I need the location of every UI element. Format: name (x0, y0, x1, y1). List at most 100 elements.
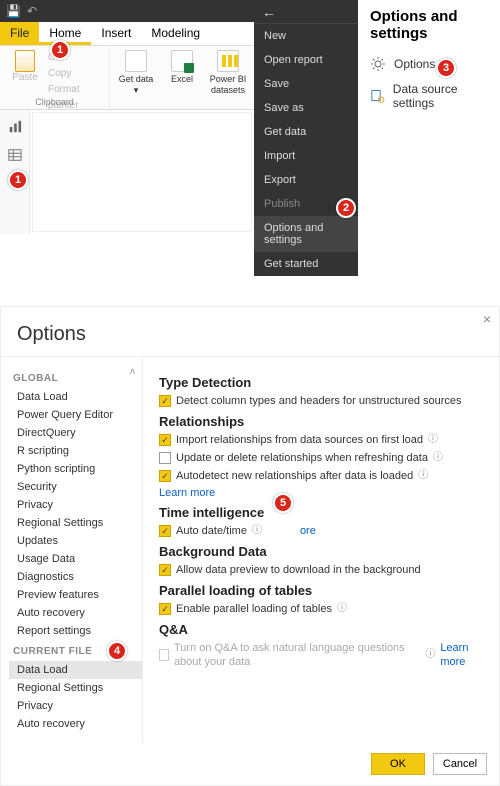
file-menu: ← New Open report Save Save as Get data … (254, 0, 358, 276)
clipboard-group-label: Clipboard (0, 97, 109, 107)
nav-global-autorecovery[interactable]: Auto recovery (13, 604, 142, 622)
file-menu-options-settings[interactable]: Options and settings (254, 216, 358, 252)
parallel-head: Parallel loading of tables (159, 583, 485, 598)
paste-label: Paste (12, 72, 38, 83)
info-icon[interactable]: ⓘ (425, 648, 435, 662)
powerbi-icon (217, 50, 239, 72)
chk-detect-types[interactable] (159, 395, 171, 407)
get-data-icon (125, 50, 147, 72)
data-view-icon[interactable] (8, 148, 22, 162)
nav-global-pqe[interactable]: Power Query Editor (13, 406, 142, 424)
chk-detect-types-label: Detect column types and headers for unst… (176, 394, 462, 408)
global-section-head: GLOBAL (13, 373, 142, 384)
chk-update-rel[interactable] (159, 452, 171, 464)
chk-bg-preview[interactable] (159, 564, 171, 576)
nav-global-python[interactable]: Python scripting (13, 460, 142, 478)
options-label: Options (394, 57, 435, 71)
data-source-settings-row[interactable]: Data source settings (370, 82, 494, 110)
time-intel-head: Time intelligence (159, 505, 485, 520)
nav-global-security[interactable]: Security (13, 478, 142, 496)
options-row[interactable]: Options (370, 56, 494, 72)
nav-global-regional[interactable]: Regional Settings (13, 514, 142, 532)
file-menu-export[interactable]: Export (254, 168, 358, 192)
nav-global-preview[interactable]: Preview features (13, 586, 142, 604)
ti-learn-more[interactable]: ore (300, 524, 316, 538)
ok-button[interactable]: OK (371, 753, 425, 775)
callout-1: 1 (8, 170, 28, 190)
info-icon[interactable]: ⓘ (252, 524, 262, 538)
data-source-icon (370, 88, 385, 104)
excel-icon (171, 50, 193, 72)
nav-global-r[interactable]: R scripting (13, 442, 142, 460)
info-icon[interactable]: ⓘ (418, 469, 428, 483)
chk-parallel[interactable] (159, 603, 171, 615)
pbi-datasets-button[interactable]: Power BI datasets (208, 50, 248, 96)
rel-learn-more[interactable]: Learn more (159, 487, 485, 499)
report-canvas[interactable] (32, 112, 252, 232)
title-bar: 💾 ↶ (0, 0, 254, 22)
relationships-head: Relationships (159, 414, 485, 429)
chk-update-rel-label: Update or delete relationships when refr… (176, 451, 428, 465)
options-settings-panel: Options and settings Options Data source… (358, 0, 500, 276)
nav-cf-data-load[interactable]: Data Load (9, 661, 142, 679)
copy-button[interactable]: Copy (48, 66, 103, 82)
nav-cf-privacy[interactable]: Privacy (13, 697, 142, 715)
cancel-button[interactable]: Cancel (433, 753, 487, 775)
undo-icon[interactable]: ↶ (27, 4, 37, 18)
info-icon[interactable]: ⓘ (337, 602, 347, 616)
nav-global-privacy[interactable]: Privacy (13, 496, 142, 514)
tab-insert[interactable]: Insert (91, 22, 141, 45)
excel-button[interactable]: Excel (162, 50, 202, 85)
file-menu-import[interactable]: Import (254, 144, 358, 168)
options-dialog: × Options ʌ GLOBAL Data Load Power Query… (0, 306, 500, 786)
chk-bg-preview-label: Allow data preview to download in the ba… (176, 563, 421, 577)
file-menu-new[interactable]: New (254, 24, 358, 48)
scroll-up-icon[interactable]: ʌ (130, 366, 135, 377)
nav-global-diagnostics[interactable]: Diagnostics (13, 568, 142, 586)
callout-5: 5 (273, 493, 293, 513)
ribbon-body: Paste Cut Copy Format painter Clipboard … (0, 46, 254, 110)
chk-import-rel[interactable] (159, 434, 171, 446)
qa-learn-more[interactable]: Learn more (440, 641, 485, 669)
close-button[interactable]: × (483, 311, 491, 327)
file-menu-save-as[interactable]: Save as (254, 96, 358, 120)
chk-parallel-label: Enable parallel loading of tables (176, 602, 332, 616)
panel-heading: Options and settings (370, 8, 494, 42)
info-icon[interactable]: ⓘ (433, 451, 443, 465)
file-menu-get-started[interactable]: Get started (254, 252, 358, 276)
chk-autodetect-rel-label: Autodetect new relationships after data … (176, 469, 413, 483)
dialog-sidebar: ʌ GLOBAL Data Load Power Query Editor Di… (1, 357, 143, 743)
file-menu-save[interactable]: Save (254, 72, 358, 96)
tab-modeling[interactable]: Modeling (141, 22, 210, 45)
background-head: Background Data (159, 544, 485, 559)
back-icon: ← (262, 4, 276, 20)
external-data-group: Get data ▾ Excel Power BI datasets (110, 46, 254, 109)
chk-auto-datetime[interactable] (159, 525, 171, 537)
tab-file[interactable]: File (0, 22, 39, 45)
nav-global-directquery[interactable]: DirectQuery (13, 424, 142, 442)
file-menu-get-data[interactable]: Get data (254, 120, 358, 144)
callout-4: 4 (107, 641, 127, 661)
qa-head: Q&A (159, 622, 485, 637)
dialog-title: Options (1, 307, 499, 356)
callout-3: 3 (436, 58, 456, 78)
nav-global-usage[interactable]: Usage Data (13, 550, 142, 568)
chk-qa[interactable] (159, 649, 169, 661)
save-icon[interactable]: 💾 (6, 4, 21, 18)
nav-global-data-load[interactable]: Data Load (13, 388, 142, 406)
callout-1b: 1 (50, 40, 70, 60)
chk-autodetect-rel[interactable] (159, 470, 171, 482)
info-icon[interactable]: ⓘ (428, 433, 438, 447)
file-menu-open[interactable]: Open report (254, 48, 358, 72)
nav-global-updates[interactable]: Updates (13, 532, 142, 550)
report-view-icon[interactable] (8, 120, 22, 134)
back-button[interactable]: ← (254, 0, 358, 24)
get-data-button[interactable]: Get data ▾ (116, 50, 156, 96)
callout-2: 2 (336, 198, 356, 218)
nav-global-report[interactable]: Report settings (13, 622, 142, 640)
nav-cf-autorecovery[interactable]: Auto recovery (13, 715, 142, 733)
nav-cf-regional[interactable]: Regional Settings (13, 679, 142, 697)
data-source-label: Data source settings (393, 82, 494, 110)
type-detection-head: Type Detection (159, 375, 485, 390)
paste-button[interactable]: Paste (6, 50, 44, 83)
